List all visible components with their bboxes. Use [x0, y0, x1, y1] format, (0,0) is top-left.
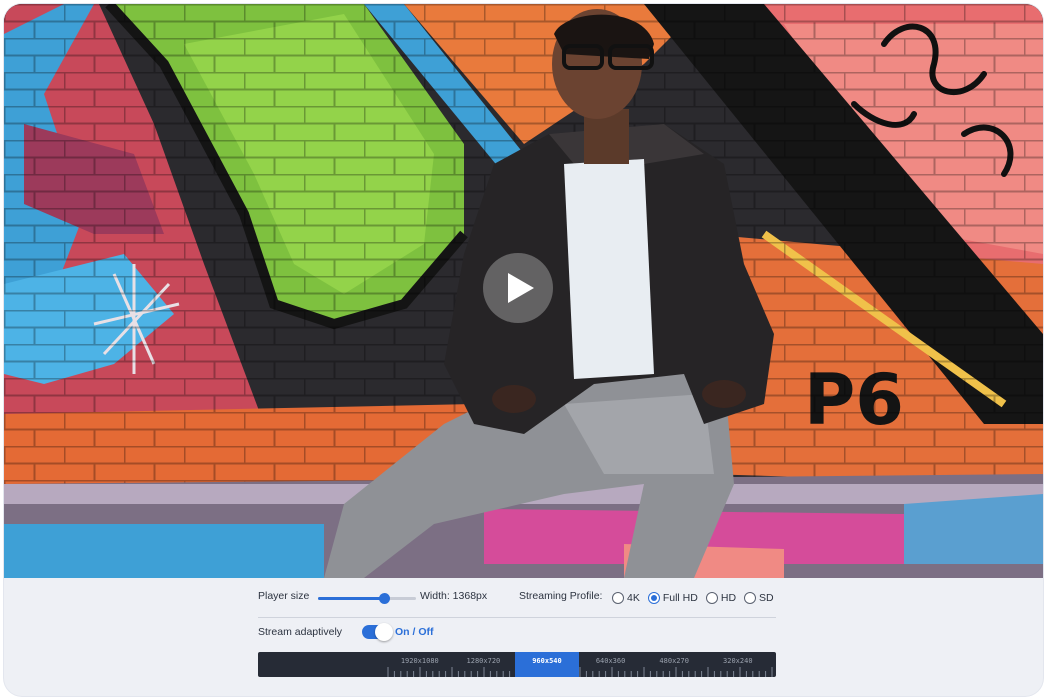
- toggle-knob: [375, 623, 393, 641]
- player-size-label: Player size: [258, 590, 310, 602]
- streaming-profile-radio-group: 4K Full HD HD SD: [612, 590, 782, 606]
- toggle-state-label: On / Off: [395, 626, 434, 638]
- video-frame[interactable]: P6: [4, 4, 1043, 578]
- stream-adaptively-toggle[interactable]: [362, 623, 393, 641]
- resolution-selector[interactable]: 1920x1080 1280x720 960x540 640x360 480x270 32…: [258, 652, 776, 677]
- play-icon: [508, 273, 534, 303]
- radio-option-full-hd[interactable]: Full HD: [647, 592, 698, 604]
- radio-option-label: Full HD: [662, 592, 698, 604]
- player-width-readout: Width: 1368px: [420, 590, 488, 602]
- radio-button[interactable]: [705, 592, 718, 604]
- radio-option-label: 4K: [627, 592, 640, 604]
- resolution-option[interactable]: 640x360: [579, 652, 643, 677]
- radio-option-label: SD: [759, 592, 774, 604]
- resolution-option[interactable]: 480x270: [642, 652, 706, 677]
- resolution-option[interactable]: 960x540: [515, 652, 579, 677]
- radio-option-4k[interactable]: 4K: [612, 592, 640, 604]
- streaming-profile-label: Streaming Profile:: [519, 590, 603, 602]
- stream-adaptively-label: Stream adaptively: [258, 626, 343, 638]
- divider: [258, 617, 776, 618]
- player-controls: Player size Width: 1368px Streaming Prof…: [4, 578, 1043, 696]
- radio-option-hd[interactable]: HD: [705, 592, 737, 604]
- slider-fill: [318, 597, 384, 600]
- player-size-slider[interactable]: [318, 592, 416, 604]
- radio-button[interactable]: [647, 592, 660, 604]
- play-button[interactable]: [483, 253, 553, 323]
- slider-thumb[interactable]: [378, 593, 390, 604]
- radio-option-sd[interactable]: SD: [744, 592, 774, 604]
- resolution-option[interactable]: 320x240: [706, 652, 770, 677]
- resolution-option[interactable]: 1280x720: [452, 652, 516, 677]
- video-player-card: P6: [4, 4, 1043, 696]
- radio-button[interactable]: [612, 592, 624, 604]
- radio-option-label: HD: [720, 592, 737, 604]
- radio-button[interactable]: [744, 592, 757, 604]
- resolution-option[interactable]: 1920x1080: [388, 652, 452, 677]
